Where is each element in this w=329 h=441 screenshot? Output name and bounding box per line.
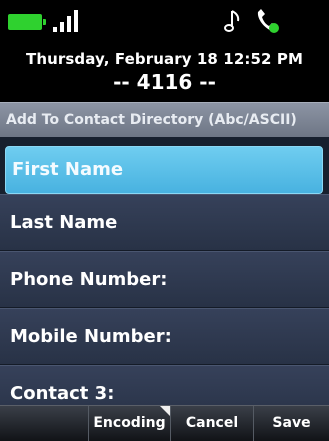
- handset-icon: [257, 9, 279, 33]
- cancel-button[interactable]: Cancel: [170, 406, 253, 441]
- contact-3-field[interactable]: Contact 3:: [0, 365, 329, 405]
- header: Thursday, February 18 12:52 PM -- 4116 -…: [0, 44, 329, 102]
- field-list: First Name Last Name Phone Number: Mobil…: [0, 137, 329, 405]
- signal-icon: [53, 10, 83, 32]
- status-bar: [0, 0, 329, 44]
- date-time: Thursday, February 18 12:52 PM: [26, 50, 303, 68]
- softkey-blank: [0, 406, 88, 441]
- first-name-field[interactable]: First Name: [5, 146, 323, 194]
- save-button[interactable]: Save: [253, 406, 329, 441]
- field-label: Last Name: [10, 212, 118, 233]
- field-label: First Name: [12, 159, 124, 180]
- field-label: Phone Number:: [10, 269, 168, 290]
- battery-icon: [8, 14, 46, 30]
- mobile-number-field[interactable]: Mobile Number:: [0, 308, 329, 365]
- music-note-icon: [224, 10, 240, 32]
- last-name-field[interactable]: Last Name: [0, 194, 329, 251]
- extension-number: -- 4116 --: [113, 70, 216, 94]
- encoding-button[interactable]: Encoding: [88, 406, 170, 441]
- field-label: Mobile Number:: [10, 326, 172, 347]
- phone-number-field[interactable]: Phone Number:: [0, 251, 329, 308]
- page-title: Add To Contact Directory (Abc/ASCII): [0, 102, 329, 138]
- softkey-bar: Encoding Cancel Save: [0, 405, 329, 441]
- field-label: Contact 3:: [10, 383, 115, 404]
